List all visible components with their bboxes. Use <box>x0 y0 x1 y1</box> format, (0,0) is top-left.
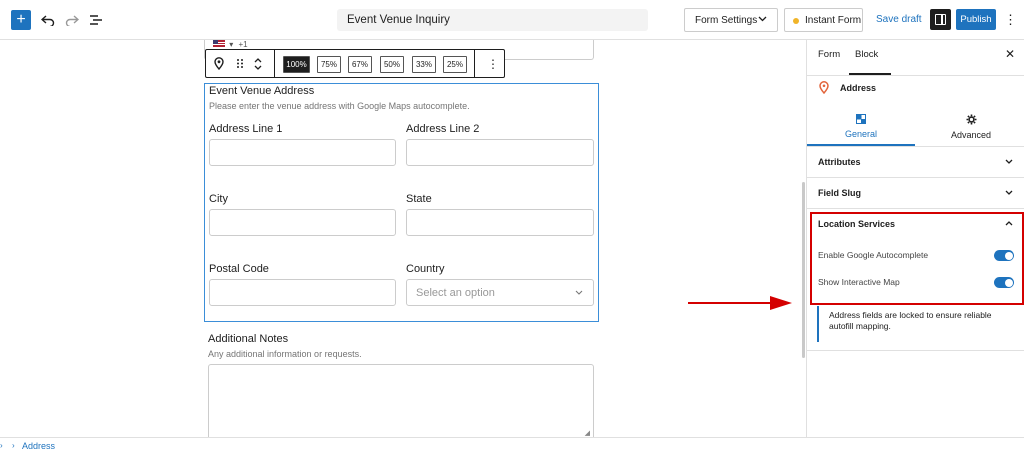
block-options-icon[interactable]: ⋮ <box>487 50 499 77</box>
breadcrumb-separator-icon: › <box>12 441 15 450</box>
postal-code-input[interactable] <box>209 279 396 306</box>
phone-prefix: +1 <box>238 40 248 49</box>
notes-title: Additional Notes <box>208 333 289 345</box>
width-33-button[interactable]: 33% <box>412 56 436 73</box>
field-slug-section-toggle[interactable]: Field Slug <box>818 188 861 198</box>
callout-arrow-icon <box>770 296 792 310</box>
block-toolbar: 100% 75% 67% 50% 33% 25% ⋮ <box>205 49 505 78</box>
resize-handle-icon[interactable]: ◢ <box>585 429 590 437</box>
chevron-down-icon[interactable] <box>1005 157 1013 166</box>
panel-divider <box>807 350 1024 351</box>
tab-advanced[interactable]: Advanced <box>917 110 1024 146</box>
instant-form-button[interactable]: Instant Form <box>784 8 863 32</box>
breadcrumb-separator-icon: › <box>0 441 3 450</box>
address-block-description: Please enter the venue address with Goog… <box>209 101 470 111</box>
width-75-button[interactable]: 75% <box>317 56 341 73</box>
address-line1-input[interactable] <box>209 139 396 166</box>
width-25-button[interactable]: 25% <box>443 56 467 73</box>
address-block[interactable]: Event Venue Address Please enter the ven… <box>204 83 599 322</box>
country-label: Country <box>406 263 445 275</box>
panel-divider <box>807 177 1024 178</box>
general-settings-icon <box>807 114 915 126</box>
notes-description: Any additional information or requests. <box>208 349 362 359</box>
city-label: City <box>209 193 228 205</box>
panel-divider <box>807 146 1024 147</box>
us-flag-icon <box>213 40 225 47</box>
country-select-placeholder: Select an option <box>416 287 495 299</box>
panel-divider <box>807 75 1024 76</box>
editor-canvas: ▾ +1 100% 75% 67% 50% 33% 25% ⋮ Event Ve… <box>0 40 806 437</box>
notes-textarea[interactable]: ◢ <box>208 364 594 437</box>
panel-divider <box>807 208 1024 209</box>
gear-icon <box>917 114 1024 127</box>
toolbar-divider <box>274 50 275 77</box>
country-flag-selector[interactable]: ▾ +1 <box>213 40 248 49</box>
chevron-down-icon[interactable] <box>1005 188 1013 197</box>
breadcrumb: › › Address <box>0 437 1024 452</box>
block-name: Address <box>840 83 877 93</box>
attributes-section-toggle[interactable]: Attributes <box>818 157 861 167</box>
locked-fields-notice: Address fields are locked to ensure reli… <box>817 306 1013 342</box>
width-67-button[interactable]: 67% <box>348 56 372 73</box>
add-block-button[interactable]: + <box>11 10 31 30</box>
address-line2-label: Address Line 2 <box>406 123 480 135</box>
highlight-box <box>810 212 1024 305</box>
address-line2-input[interactable] <box>406 139 594 166</box>
location-pin-icon[interactable] <box>214 50 224 77</box>
address-block-title: Event Venue Address <box>209 85 315 97</box>
form-settings-button[interactable]: Form Settings <box>684 8 778 32</box>
state-label: State <box>406 193 432 205</box>
publish-button[interactable]: Publish <box>956 9 996 30</box>
more-options-icon[interactable]: ⋮ <box>1004 12 1017 28</box>
redo-icon[interactable] <box>62 10 82 30</box>
chevron-down-icon <box>575 288 583 297</box>
address-line1-label: Address Line 1 <box>209 123 283 135</box>
editor-header: + Event Venue Inquiry Form Settings Inst… <box>0 0 1024 40</box>
undo-icon[interactable] <box>38 10 58 30</box>
toggle-sidebar-icon[interactable] <box>930 9 951 30</box>
toolbar-divider <box>474 50 475 77</box>
tab-general-label: General <box>844 129 878 139</box>
width-100-button[interactable]: 100% <box>283 56 310 73</box>
status-dot-icon <box>793 18 799 24</box>
country-select[interactable]: Select an option <box>406 279 594 306</box>
save-draft-button[interactable]: Save draft <box>876 14 922 25</box>
width-50-button[interactable]: 50% <box>380 56 404 73</box>
postal-code-label: Postal Code <box>209 263 269 275</box>
chevron-down-icon <box>758 14 767 24</box>
close-icon[interactable]: ✕ <box>1005 47 1015 61</box>
state-input[interactable] <box>406 209 594 236</box>
form-settings-label: Form Settings <box>695 14 758 26</box>
move-up-down-icon[interactable] <box>253 50 263 77</box>
instant-form-label: Instant Form <box>805 14 862 26</box>
canvas-scrollbar[interactable] <box>802 182 805 358</box>
tab-advanced-label: Advanced <box>950 130 992 140</box>
document-title-text: Event Venue Inquiry <box>347 14 450 26</box>
city-input[interactable] <box>209 209 396 236</box>
drag-handle-icon[interactable] <box>236 50 244 77</box>
document-overview-icon[interactable] <box>86 10 106 30</box>
document-title[interactable]: Event Venue Inquiry <box>337 9 648 31</box>
settings-sidebar: Form Block ✕ Address General Advanced At… <box>806 40 1024 437</box>
tab-general[interactable]: General <box>807 110 915 146</box>
location-pin-icon <box>819 81 829 95</box>
tab-block[interactable]: Block <box>855 49 878 60</box>
callout-arrow-line <box>688 302 772 304</box>
breadcrumb-item-address[interactable]: Address <box>22 441 55 451</box>
tab-form[interactable]: Form <box>818 49 840 60</box>
